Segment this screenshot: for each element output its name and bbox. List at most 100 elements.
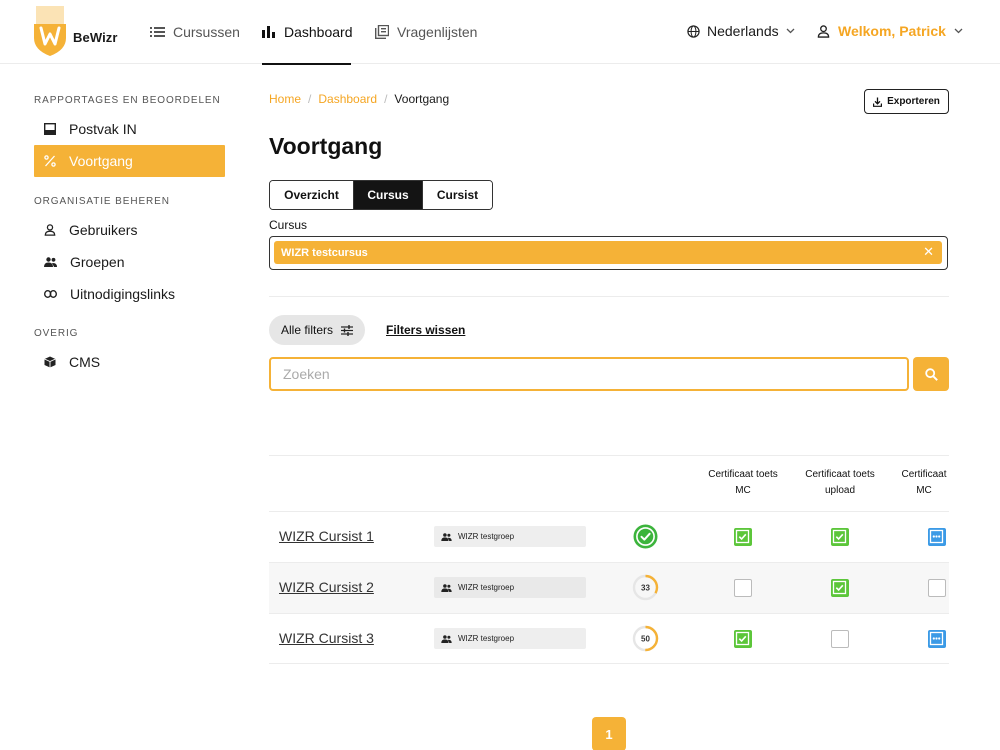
more-dots-icon: [929, 631, 944, 646]
sidebar-item-postvak-in[interactable]: Postvak IN: [34, 113, 225, 145]
group-label: WIZR testgroep: [458, 532, 515, 541]
export-label: Exporteren: [887, 96, 940, 107]
certificate-complete-checkbox[interactable]: [734, 630, 752, 648]
certificate-pending-checkbox[interactable]: [928, 528, 946, 546]
group-icon: [441, 583, 452, 592]
tab-overzicht[interactable]: Overzicht: [270, 181, 354, 209]
user-greeting: Welkom, Patrick: [838, 23, 946, 39]
globe-icon: [687, 24, 700, 38]
search-button[interactable]: [913, 357, 949, 391]
chevron-down-icon: [786, 28, 795, 34]
checkmark-icon: [735, 631, 750, 646]
list-icon: [150, 27, 165, 37]
breadcrumb: Home / Dashboard / Voortgang: [269, 92, 449, 106]
column-header-certificaat-toets-mc: Certificaat toets MC: [708, 469, 778, 496]
sidebar-item-label: Uitnodigingslinks: [70, 286, 176, 302]
certificate-complete-checkbox[interactable]: [831, 579, 849, 597]
student-name-link[interactable]: WIZR Cursist 3: [279, 630, 374, 646]
checkmark-icon: [735, 529, 750, 544]
progress-ring: 50: [632, 625, 659, 652]
divider: [269, 296, 949, 297]
language-label: Nederlands: [707, 23, 779, 39]
percent-icon: [44, 155, 56, 167]
certificate-complete-checkbox[interactable]: [831, 528, 849, 546]
sidebar-item-cms[interactable]: CMS: [34, 346, 225, 378]
group-icon: [441, 532, 452, 541]
more-dots-icon: [929, 529, 944, 544]
sliders-icon: [341, 324, 353, 336]
sidebar-heading-overig: OVERIG: [34, 328, 79, 339]
sidebar-item-label: Gebruikers: [69, 222, 138, 238]
breadcrumb-home[interactable]: Home: [269, 92, 301, 106]
certificate-empty-checkbox[interactable]: [734, 579, 752, 597]
group-label: WIZR testgroep: [458, 583, 515, 592]
logo-shield-icon: [34, 6, 66, 56]
breadcrumb-dashboard[interactable]: Dashboard: [318, 92, 377, 106]
sidebar-item-voortgang[interactable]: Voortgang: [34, 145, 225, 177]
cube-icon: [44, 356, 56, 368]
bar-chart-icon: [262, 26, 275, 38]
group-icon: [441, 634, 452, 643]
student-name-link[interactable]: WIZR Cursist 2: [279, 579, 374, 595]
nav-label: Vragenlijsten: [397, 24, 478, 40]
search-input[interactable]: [269, 357, 909, 391]
group-label: WIZR testgroep: [458, 634, 515, 643]
certificate-complete-checkbox[interactable]: [734, 528, 752, 546]
student-name-link[interactable]: WIZR Cursist 1: [279, 528, 374, 544]
course-field-label: Cursus: [269, 218, 308, 232]
certificate-empty-checkbox[interactable]: [928, 579, 946, 597]
sidebar-item-groepen[interactable]: Groepen: [34, 246, 225, 278]
column-header-certificaat-toets-upload: Certificaat toets upload: [805, 469, 875, 496]
brand-name: BeWizr: [73, 30, 118, 45]
export-button[interactable]: Exporteren: [864, 89, 949, 114]
top-navigation: BeWizr Cursussen Dashboard Vragenlijsten…: [0, 0, 1000, 65]
progress-value: 50: [641, 634, 650, 643]
inbox-icon: [44, 123, 56, 135]
sidebar-item-label: Groepen: [70, 254, 125, 270]
course-select[interactable]: WIZR testcursus ✕: [269, 236, 948, 270]
group-badge: WIZR testgroep: [434, 526, 586, 547]
progress-ring: 33: [632, 574, 659, 601]
table-row: WIZR Cursist 1 WIZR testgroep: [269, 511, 949, 562]
selected-course-chip: WIZR testcursus ✕: [274, 241, 942, 264]
group-icon: [44, 257, 57, 267]
sidebar-item-uitnodigingslinks[interactable]: Uitnodigingslinks: [34, 278, 225, 310]
progress-complete-icon: [633, 524, 658, 549]
tab-cursus[interactable]: Cursus: [354, 181, 423, 209]
view-tabs: Overzicht Cursus Cursist: [269, 180, 493, 210]
group-badge: WIZR testgroep: [434, 628, 586, 649]
group-badge: WIZR testgroep: [434, 577, 586, 598]
column-header-certificaat-mc: Certificaat MC: [901, 469, 947, 496]
certificate-empty-checkbox[interactable]: [831, 630, 849, 648]
breadcrumb-separator: /: [308, 92, 312, 106]
page-title: Voortgang: [269, 133, 383, 159]
nav-item-cursussen[interactable]: Cursussen: [150, 0, 240, 64]
link-icon: [44, 290, 57, 298]
progress-value: 33: [641, 583, 650, 592]
nav-item-dashboard[interactable]: Dashboard: [262, 0, 353, 65]
breadcrumb-separator: /: [384, 92, 388, 106]
checkmark-icon: [832, 580, 847, 595]
chevron-down-icon: [954, 28, 963, 34]
language-selector[interactable]: Nederlands: [687, 0, 795, 62]
checkmark-icon: [832, 529, 847, 544]
remove-course-icon[interactable]: ✕: [923, 245, 934, 259]
logo[interactable]: BeWizr: [30, 4, 130, 60]
selected-course-label: WIZR testcursus: [281, 246, 368, 259]
download-icon: [873, 97, 883, 107]
user-menu[interactable]: Welkom, Patrick: [817, 0, 963, 62]
sidebar-item-label: Voortgang: [69, 153, 133, 169]
sidebar-item-gebruikers[interactable]: Gebruikers: [34, 214, 225, 246]
questionnaire-icon: [375, 25, 389, 39]
user-icon: [817, 24, 830, 38]
all-filters-button[interactable]: Alle filters: [269, 315, 365, 345]
nav-item-vragenlijsten[interactable]: Vragenlijsten: [375, 0, 477, 64]
clear-filters-link[interactable]: Filters wissen: [386, 323, 465, 337]
nav-label: Cursussen: [173, 24, 240, 40]
tab-cursist[interactable]: Cursist: [423, 181, 492, 209]
sidebar-heading-organisatie: ORGANISATIE BEHEREN: [34, 196, 170, 207]
certificate-pending-checkbox[interactable]: [928, 630, 946, 648]
table-row: WIZR Cursist 3 WIZR testgroep 50: [269, 613, 949, 664]
nav-label: Dashboard: [284, 24, 353, 40]
pagination-page-button[interactable]: 1: [592, 717, 626, 750]
